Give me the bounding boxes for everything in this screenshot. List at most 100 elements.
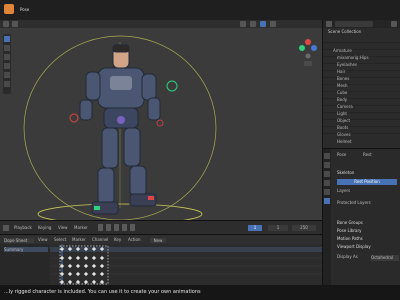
shading-material-icon[interactable]	[260, 21, 266, 27]
motion-paths-section[interactable]: Motion Paths	[337, 237, 363, 241]
keyframe-diamond[interactable]	[99, 279, 105, 285]
outliner-row[interactable]: Armature	[323, 36, 400, 53]
outliner-row[interactable]: Boots	[323, 113, 400, 130]
play-icon[interactable]	[114, 224, 119, 231]
keyframe-diamond[interactable]	[75, 263, 81, 269]
end-frame-field[interactable]: 250	[292, 225, 316, 231]
keyframe-diamond[interactable]	[59, 271, 65, 277]
view-menu[interactable]: View	[58, 226, 68, 230]
outliner-editor-icon[interactable]	[326, 21, 332, 27]
summary-channel[interactable]: Summary	[4, 247, 48, 252]
app-logo-icon	[4, 4, 14, 14]
keyframe-diamond[interactable]	[91, 263, 97, 269]
keyframe-diamond[interactable]	[67, 263, 73, 269]
viewport-header	[0, 20, 322, 28]
keyframe-diamond[interactable]	[59, 263, 65, 269]
shading-solid-icon[interactable]	[250, 21, 256, 27]
overlay-icon[interactable]	[240, 21, 246, 27]
start-frame-field[interactable]: 1	[268, 225, 288, 231]
3d-viewport[interactable]	[0, 20, 322, 220]
outliner-search-input[interactable]	[335, 21, 373, 27]
mode-label[interactable]: Pose	[20, 8, 29, 12]
tab-rest[interactable]: Rest	[363, 153, 372, 157]
keyframe-diamond[interactable]	[83, 271, 89, 277]
keyframe-diamond[interactable]	[67, 279, 73, 285]
keyframe-diamond[interactable]	[83, 263, 89, 269]
object-mode-icon[interactable]	[12, 21, 18, 27]
keyframe-diamond[interactable]	[91, 279, 97, 285]
dopesheet-mode-select[interactable]: Dope Sheet	[4, 238, 34, 243]
keyframe-diamond[interactable]	[67, 271, 73, 277]
keyframe-diamond[interactable]	[59, 255, 65, 261]
outliner-row[interactable]: Camera	[323, 92, 400, 109]
marker-menu[interactable]: Marker	[74, 226, 88, 230]
transform-tool-icon[interactable]	[4, 81, 10, 87]
keyframe-diamond[interactable]	[75, 271, 81, 277]
ds-view-menu[interactable]: View	[38, 238, 48, 242]
select-tool-icon[interactable]	[4, 36, 10, 42]
move-tool-icon[interactable]	[4, 54, 10, 60]
filter-icon[interactable]	[391, 21, 397, 27]
shading-rendered-icon[interactable]	[270, 21, 276, 27]
outliner-panel[interactable]: Scene Collection Armature mixamorig:Hips…	[322, 20, 400, 148]
rest-position-button[interactable]: Rest Position	[337, 179, 397, 185]
new-action-button[interactable]: New	[150, 238, 166, 243]
tool-tab-icon[interactable]	[324, 153, 330, 159]
keyframe-diamond[interactable]	[91, 271, 97, 277]
ds-channel-menu[interactable]: Channel	[92, 238, 108, 242]
keying-menu[interactable]: Keying	[38, 226, 51, 230]
playback-menu[interactable]: Playback	[14, 226, 32, 230]
display-as-select[interactable]: Octahedral	[371, 255, 399, 261]
status-bar: ...ly rigged character is included. You …	[0, 285, 400, 300]
pose-library-section[interactable]: Pose Library	[337, 229, 362, 233]
jump-start-icon[interactable]	[98, 224, 103, 231]
outliner-row[interactable]: Cube	[323, 78, 400, 95]
character-model[interactable]	[20, 28, 310, 220]
keyframe-diamond[interactable]	[83, 255, 89, 261]
outliner-row[interactable]: Bones	[323, 64, 400, 81]
next-key-icon[interactable]	[122, 224, 127, 231]
armature-tab-icon[interactable]	[324, 198, 330, 204]
outliner-row[interactable]: Helmet	[323, 127, 400, 144]
rotate-tool-icon[interactable]	[4, 63, 10, 69]
ds-marker-menu[interactable]: Marker	[72, 238, 86, 242]
editor-type-icon[interactable]	[3, 21, 9, 27]
scene-tab-icon[interactable]	[324, 180, 330, 186]
keyframe-diamond[interactable]	[99, 271, 105, 277]
ds-key-menu[interactable]: Key	[114, 238, 121, 242]
ds-action-label: Action	[128, 237, 141, 242]
render-tab-icon[interactable]	[324, 162, 330, 168]
keyframe-diamond[interactable]	[99, 263, 105, 269]
outliner-header	[323, 20, 400, 28]
viewport-display-section[interactable]: Viewport Display	[337, 245, 371, 249]
outliner-row[interactable]: Mesh	[323, 71, 400, 88]
bone-groups-section[interactable]: Bone Groups	[337, 221, 363, 225]
tab-pose[interactable]: Pose	[337, 153, 346, 157]
ds-select-menu[interactable]: Select	[54, 238, 66, 242]
timeline-editor-icon[interactable]	[3, 225, 9, 231]
keyframe-diamond[interactable]	[91, 255, 97, 261]
outliner-row[interactable]: Object	[323, 106, 400, 123]
top-bar: Pose	[0, 0, 400, 21]
current-frame-field[interactable]: 1	[248, 225, 262, 231]
keyframe-diamond[interactable]	[59, 279, 65, 285]
dope-sheet[interactable]: Dope Sheet View Select Marker Channel Ke…	[0, 234, 322, 286]
properties-panel[interactable]: Pose Rest Skeleton Rest Position Layers …	[322, 148, 400, 286]
keyframe-diamond[interactable]	[99, 255, 105, 261]
skeleton-section[interactable]: Skeleton	[337, 171, 354, 175]
prev-key-icon[interactable]	[106, 224, 111, 231]
keyframe-area[interactable]	[50, 244, 322, 286]
keyframe-diamond[interactable]	[67, 255, 73, 261]
scale-tool-icon[interactable]	[4, 72, 10, 78]
cursor-tool-icon[interactable]	[4, 45, 10, 51]
output-tab-icon[interactable]	[324, 171, 330, 177]
outliner-row[interactable]: Body	[323, 85, 400, 102]
jump-end-icon[interactable]	[130, 224, 135, 231]
outliner-row[interactable]: Light	[323, 99, 400, 116]
keyframe-diamond[interactable]	[75, 255, 81, 261]
outliner-list: Armature mixamorig:Hips Eyelashes Hair B…	[323, 36, 400, 144]
outliner-row[interactable]: Gloves	[323, 120, 400, 137]
keyframe-diamond[interactable]	[75, 279, 81, 285]
world-tab-icon[interactable]	[324, 189, 330, 195]
keyframe-diamond[interactable]	[83, 279, 89, 285]
